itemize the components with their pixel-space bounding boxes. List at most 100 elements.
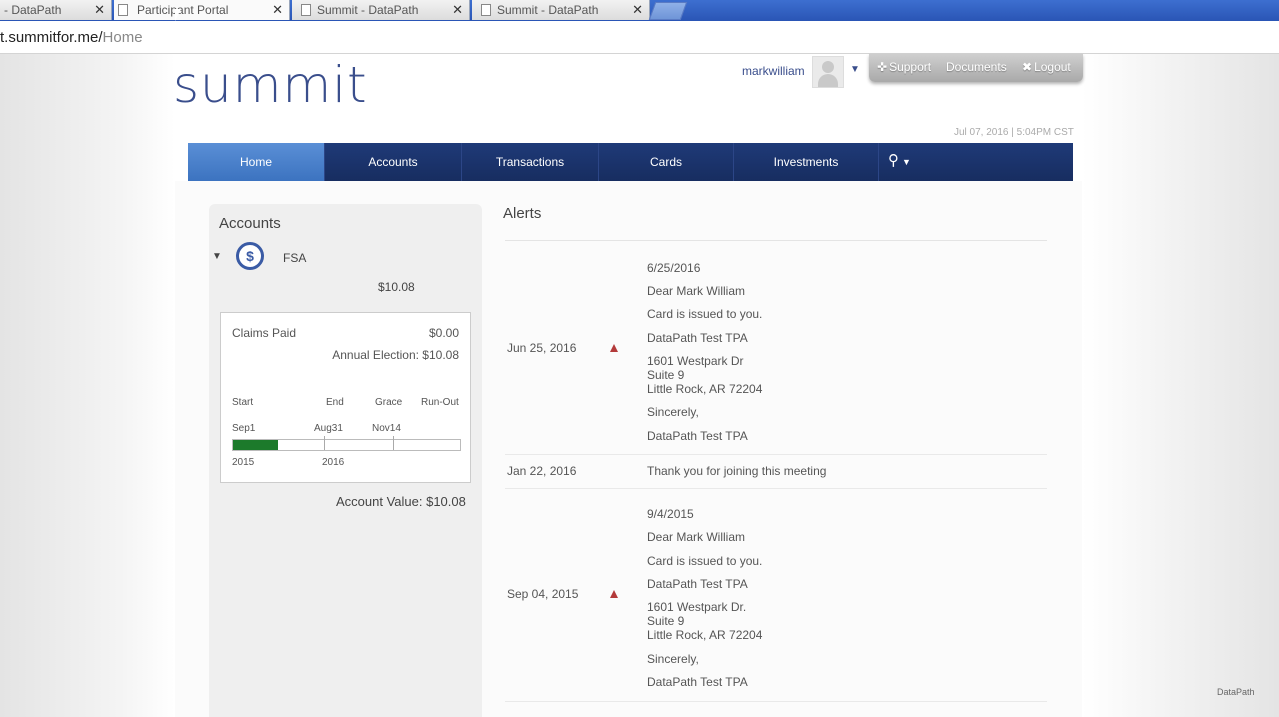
alert-message-line: 1601 Westpark Dr. [647, 600, 747, 614]
alert-message-line: DataPath Test TPA [647, 577, 748, 591]
accounts-title: Accounts [219, 215, 281, 232]
support-label: Support [889, 60, 932, 74]
datapath-watermark: DataPath [1217, 687, 1255, 697]
url-host: t.summitfor.me/ [0, 29, 103, 46]
browser-tab-1[interactable]: - DataPath ✕ [0, 0, 112, 20]
plan-year-progress [232, 436, 461, 451]
warning-icon [610, 590, 618, 598]
close-icon[interactable]: ✕ [632, 2, 643, 18]
alerts-title: Alerts [503, 205, 542, 222]
mouse-cursor [175, 9, 181, 21]
alert-date: Jun 25, 2016 [507, 341, 577, 355]
close-icon[interactable]: ✕ [94, 2, 105, 18]
doc-icon [118, 4, 128, 16]
divider [505, 701, 1047, 702]
nav-cards[interactable]: Cards [599, 143, 734, 181]
close-icon[interactable]: ✕ [452, 2, 463, 18]
account-balance: $10.08 [378, 280, 415, 294]
alert-date: Sep 04, 2015 [507, 587, 579, 601]
claims-box: Claims Paid $0.00 Annual Election: $10.0… [220, 312, 471, 483]
expand-caret-icon[interactable]: ▼ [212, 251, 222, 262]
chevron-down-icon: ▼ [902, 157, 911, 167]
support-link[interactable]: ✜ Support [877, 60, 931, 74]
dollar-refresh-icon: $ [236, 242, 264, 270]
timeline-header-runout: Run-Out [421, 397, 459, 408]
progress-tick-end [324, 436, 325, 450]
username[interactable]: markwilliam [742, 64, 805, 78]
browser-tab-2[interactable]: Participant Portal ✕ [114, 0, 290, 20]
claims-paid-label: Claims Paid [232, 326, 297, 340]
divider [505, 488, 1047, 489]
tab-label: Summit - DataPath [317, 3, 419, 17]
alert-date: Jan 22, 2016 [507, 464, 577, 478]
avatar[interactable] [812, 56, 844, 88]
timeline-header-grace: Grace [375, 397, 403, 408]
nav-transactions[interactable]: Transactions [462, 143, 599, 181]
doc-icon [301, 4, 311, 16]
url-path: Home [102, 29, 143, 46]
annual-election: Annual Election: $10.08 [332, 348, 459, 362]
documents-link[interactable]: Documents [946, 60, 1007, 74]
timeline-year-start: 2015 [232, 457, 255, 468]
tab-label: Summit - DataPath [497, 3, 599, 17]
timeline-date-grace: Nov14 [372, 423, 401, 434]
tab-label: Participant Portal [137, 3, 229, 17]
progress-tick-grace [393, 436, 394, 450]
alert-item: Sep 04, 2015 9/4/2015 Dear Mark William … [505, 497, 1047, 702]
timeline-date-end: Aug31 [314, 423, 343, 434]
alert-item: Jun 25, 2016 6/25/2016 Dear Mark William… [505, 250, 1047, 455]
search-button[interactable]: ⚲ ▼ [888, 151, 911, 169]
timeline-header-end: End [326, 397, 344, 408]
nav-home[interactable]: Home [188, 143, 325, 181]
datestamp: Jul 07, 2016 | 5:04PM CST [954, 127, 1074, 138]
alert-message-line: 6/25/2016 [647, 261, 701, 275]
accounts-panel: Accounts ▼ $ FSA $10.08 Claims Paid $0.0… [209, 204, 482, 717]
warning-icon [610, 344, 618, 352]
alert-message-line: Thank you for joining this meeting [647, 464, 827, 478]
alert-message-line: DataPath Test TPA [647, 675, 748, 689]
alert-message-line: Dear Mark William [647, 284, 746, 298]
browser-tab-3[interactable]: Summit - DataPath ✕ [292, 0, 470, 20]
alert-message-line: Little Rock, AR 72204 [647, 382, 763, 396]
alert-message-line: Suite 9 [647, 614, 685, 628]
logout-link[interactable]: ✖ Logout [1022, 60, 1071, 74]
alert-message-line: Dear Mark William [647, 530, 746, 544]
doc-icon [481, 4, 491, 16]
support-icon: ✜ [877, 60, 888, 74]
browser-tab-bar: - DataPath ✕ Participant Portal ✕ Summit… [0, 0, 1279, 21]
summit-logo[interactable]: summit [173, 56, 368, 114]
alert-message-line: Suite 9 [647, 368, 685, 382]
logout-icon: ✖ [1022, 60, 1033, 74]
account-name[interactable]: FSA [283, 251, 306, 265]
url-text[interactable]: t.summitfor.me/Home [0, 29, 143, 46]
header-toolbar: ✜ Support Documents ✖ Logout [869, 54, 1083, 82]
new-tab-button[interactable] [648, 2, 688, 20]
main-nav: Home Accounts Transactions Cards Investm… [188, 143, 1073, 181]
divider [505, 240, 1047, 241]
alert-message-line: 1601 Westpark Dr [647, 354, 744, 368]
logout-label: Logout [1034, 60, 1071, 74]
alert-message-line: Sincerely, [647, 652, 699, 666]
alert-message-line: Card is issued to you. [647, 554, 763, 568]
timeline-year-end: 2016 [322, 457, 345, 468]
alert-message-line: Little Rock, AR 72204 [647, 628, 763, 642]
address-bar[interactable]: t.summitfor.me/Home [0, 21, 1279, 54]
timeline-header-start: Start [232, 397, 254, 408]
alert-message-line: DataPath Test TPA [647, 331, 748, 345]
search-icon: ⚲ [888, 152, 899, 169]
alert-message-line: 9/4/2015 [647, 507, 694, 521]
chevron-down-icon[interactable]: ▼ [850, 64, 860, 75]
account-value: Account Value: $10.08 [336, 494, 466, 509]
tab-label: - DataPath [4, 3, 62, 17]
close-icon[interactable]: ✕ [272, 2, 283, 18]
alert-message-line: Sincerely, [647, 405, 699, 419]
nav-accounts[interactable]: Accounts [325, 143, 462, 181]
nav-investments[interactable]: Investments [734, 143, 879, 181]
alert-message-line: DataPath Test TPA [647, 429, 748, 443]
progress-fill [233, 440, 279, 450]
timeline-date-start: Sep1 [232, 423, 256, 434]
alert-item: Jan 22, 2016 Thank you for joining this … [505, 455, 1047, 489]
claims-paid-value: $0.00 [428, 326, 459, 340]
browser-tab-4[interactable]: Summit - DataPath ✕ [472, 0, 650, 20]
alert-message-line: Card is issued to you. [647, 307, 763, 321]
